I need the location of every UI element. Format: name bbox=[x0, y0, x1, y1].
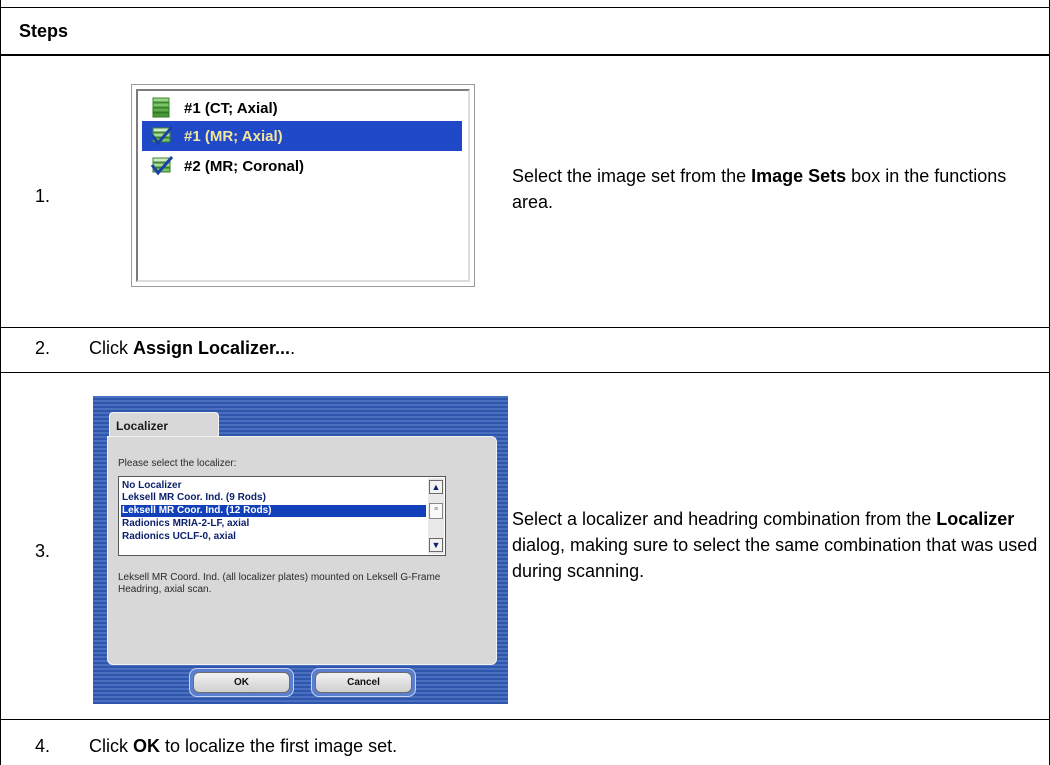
scroll-thumb[interactable]: ≡ bbox=[429, 503, 443, 519]
ct-stack-icon bbox=[152, 97, 170, 118]
cancel-button-label: Cancel bbox=[315, 672, 412, 693]
step-text-bold: OK bbox=[133, 736, 160, 756]
checked-stack-icon bbox=[150, 126, 174, 146]
localizer-option[interactable]: Radionics MRIA-2-LF, axial bbox=[121, 518, 426, 530]
image-set-label: #1 (MR; Axial) bbox=[184, 128, 283, 145]
header-divider bbox=[0, 54, 1050, 56]
step-text: Click bbox=[89, 338, 133, 358]
localizer-dialog: Localizer Please select the localizer: N… bbox=[93, 396, 508, 704]
localizer-list[interactable]: No Localizer Leksell MR Coor. Ind. (9 Ro… bbox=[118, 476, 446, 556]
checked-stack-icon bbox=[150, 156, 174, 176]
step-instruction: Click Assign Localizer.... bbox=[89, 335, 989, 361]
step-text: . bbox=[290, 338, 296, 358]
cancel-button[interactable]: Cancel bbox=[311, 668, 416, 697]
step-text: Click bbox=[89, 736, 133, 756]
ok-button-label: OK bbox=[193, 672, 290, 693]
step-instruction: Select a localizer and headring combinat… bbox=[512, 506, 1042, 584]
step-text-bold: Image Sets bbox=[751, 166, 847, 186]
step-instruction: Click OK to localize the first image set… bbox=[89, 733, 989, 759]
localizer-description: Leksell MR Coord. Ind. (all localizer pl… bbox=[118, 572, 441, 595]
localizer-scrollbar[interactable]: ▲ ≡ ▼ bbox=[428, 478, 444, 554]
scroll-down-icon[interactable]: ▼ bbox=[429, 538, 443, 552]
table-border-left bbox=[0, 0, 1, 765]
step-text: Select the image set from the bbox=[512, 166, 752, 186]
step-text: Select a localizer and headring combinat… bbox=[512, 509, 937, 529]
localizer-option[interactable]: No Localizer bbox=[121, 480, 426, 492]
ok-button[interactable]: OK bbox=[189, 668, 294, 697]
row-divider-2 bbox=[0, 372, 1050, 373]
image-set-item[interactable]: #1 (CT; Axial) bbox=[142, 93, 462, 123]
row-divider-1 bbox=[0, 327, 1050, 328]
localizer-tab-label: Localizer bbox=[116, 419, 169, 433]
localizer-option-selected[interactable]: Leksell MR Coor. Ind. (12 Rods) bbox=[121, 505, 426, 517]
step-number: 1. bbox=[35, 186, 51, 206]
table-border-top bbox=[0, 7, 1050, 8]
step-text-bold: Assign Localizer... bbox=[133, 338, 291, 358]
row-divider-3 bbox=[0, 719, 1050, 720]
step-text-bold: Localizer bbox=[936, 509, 1015, 529]
localizer-prompt: Please select the localizer: bbox=[118, 458, 237, 469]
image-sets-box: #1 (CT; Axial) #1 (MR; Axial) #2 (MR; Co… bbox=[131, 84, 475, 287]
localizer-option[interactable]: Leksell MR Coor. Ind. (9 Rods) bbox=[121, 492, 426, 504]
step-number: 3. bbox=[35, 541, 51, 561]
table-header: Steps bbox=[19, 21, 69, 41]
localizer-option[interactable]: Radionics UCLF-0, axial bbox=[121, 531, 426, 543]
image-set-item-selected[interactable]: #1 (MR; Axial) bbox=[142, 121, 462, 151]
image-set-label: #2 (MR; Coronal) bbox=[184, 158, 304, 175]
image-set-label: #1 (CT; Axial) bbox=[184, 100, 278, 117]
step-number: 4. bbox=[35, 736, 51, 756]
step-instruction: Select the image set from the Image Sets… bbox=[512, 163, 1032, 215]
step-number: 2. bbox=[35, 338, 51, 358]
scroll-up-icon[interactable]: ▲ bbox=[429, 480, 443, 494]
image-sets-list: #1 (CT; Axial) #1 (MR; Axial) #2 (MR; Co… bbox=[136, 89, 470, 282]
step-text: to localize the first image set. bbox=[160, 736, 398, 756]
step-text: dialog, making sure to select the same c… bbox=[512, 535, 1038, 581]
image-set-item[interactable]: #2 (MR; Coronal) bbox=[142, 151, 462, 181]
